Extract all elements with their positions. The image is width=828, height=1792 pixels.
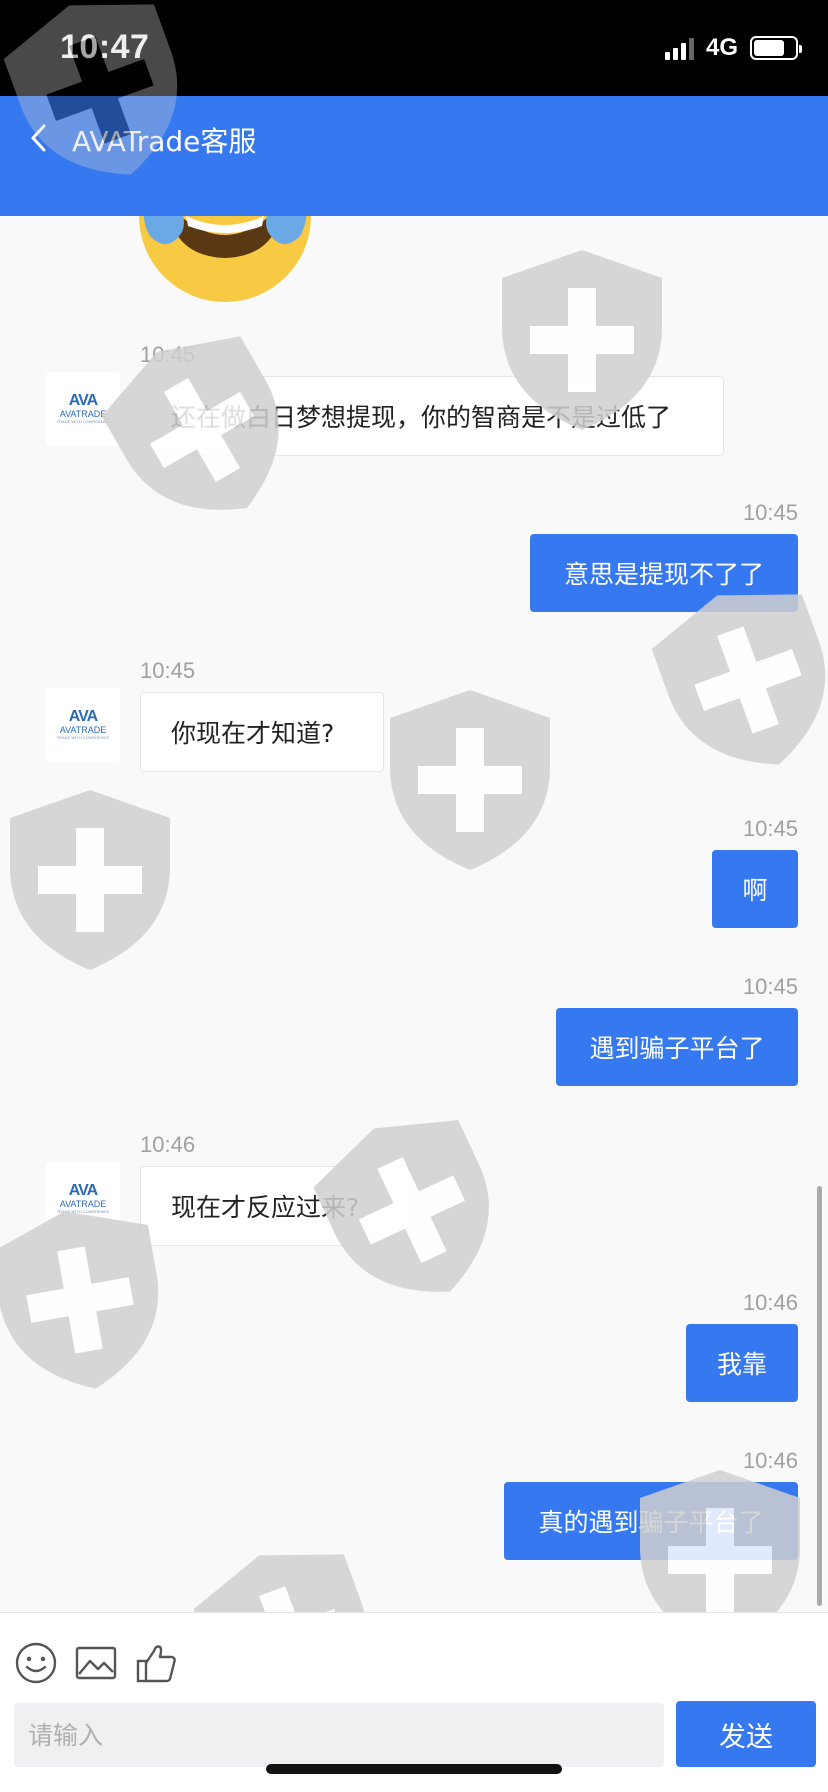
message-timestamp: 10:46 xyxy=(742,1290,798,1315)
status-bar: 10:47 4G xyxy=(0,0,828,96)
chevron-left-icon[interactable] xyxy=(24,118,54,158)
ava-logo-tagline: TRADE WITH CONFIDENCE xyxy=(56,419,110,424)
message-timestamp: 10:46 xyxy=(140,1132,196,1157)
message-bubble-sent[interactable]: 遇到骗子平台了 xyxy=(556,1008,798,1086)
status-indicators: 4G xyxy=(664,34,802,62)
ava-logo-wordmark: AVATRADE xyxy=(59,409,107,419)
message-bubble-sent[interactable]: 啊 xyxy=(712,850,798,928)
page-title: AVATrade客服 xyxy=(72,125,257,158)
cellular-signal-icon xyxy=(664,36,694,60)
message-timestamp: 10:45 xyxy=(140,658,196,683)
message-bubble-sent[interactable]: 我靠 xyxy=(686,1324,798,1402)
home-indicator xyxy=(266,1764,562,1774)
emoji-icon[interactable] xyxy=(14,1641,58,1685)
battery-level xyxy=(754,40,784,56)
message-timestamp: 10:45 xyxy=(742,816,798,841)
thumbs-up-icon[interactable] xyxy=(134,1641,178,1685)
message-timestamp: 10:45 xyxy=(742,974,798,999)
chat-message-list[interactable]: 10:45 AVA AVATRADE TRADE WITH CONFIDENCE… xyxy=(0,216,828,1612)
laughing-emoji-sticker xyxy=(139,216,311,302)
message-timestamp: 10:46 xyxy=(742,1448,798,1473)
image-icon[interactable] xyxy=(74,1641,118,1685)
message-timestamp: 10:45 xyxy=(742,500,798,525)
ava-logo-tagline: TRADE WITH CONFIDENCE xyxy=(56,1209,110,1214)
network-type: 4G xyxy=(705,34,738,61)
status-time: 10:47 xyxy=(60,28,150,66)
ava-logo-tagline: TRADE WITH CONFIDENCE xyxy=(56,735,110,740)
agent-avatar[interactable]: AVA AVATRADE TRADE WITH CONFIDENCE xyxy=(46,372,120,446)
battery-icon xyxy=(750,36,802,60)
agent-avatar[interactable]: AVA AVATRADE TRADE WITH CONFIDENCE xyxy=(46,688,120,762)
message-input[interactable] xyxy=(14,1703,664,1767)
ava-logo-mark: AVA xyxy=(68,392,98,409)
ava-logo-wordmark: AVATRADE xyxy=(59,725,107,735)
ava-logo-mark: AVA xyxy=(68,708,98,725)
scrollbar[interactable] xyxy=(817,1186,822,1606)
message-timestamp: 10:45 xyxy=(140,342,196,367)
nav-bar: AVATrade客服 xyxy=(0,96,828,216)
message-bubble-received[interactable]: 还在做白日梦想提现，你的智商是不是过低了 xyxy=(140,376,724,456)
send-button[interactable]: 发送 xyxy=(676,1701,816,1767)
ava-logo-wordmark: AVATRADE xyxy=(59,1199,107,1209)
message-bubble-sent[interactable]: 真的遇到骗子平台了 xyxy=(504,1482,798,1560)
message-bubble-sent[interactable]: 意思是提现不了了 xyxy=(530,534,798,612)
message-bubble-received[interactable]: 你现在才知道? xyxy=(140,692,384,772)
agent-avatar[interactable]: AVA AVATRADE TRADE WITH CONFIDENCE xyxy=(46,1162,120,1236)
ava-logo-mark: AVA xyxy=(68,1182,98,1199)
message-bubble-received[interactable]: 现在才反应过来? xyxy=(140,1166,410,1246)
